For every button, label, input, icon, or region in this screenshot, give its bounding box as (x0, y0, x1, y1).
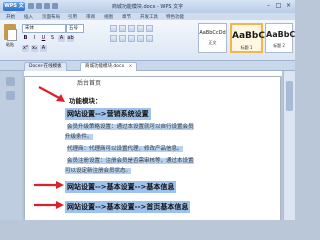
tab-docer-templates[interactable]: Docer-在线模板 (24, 62, 67, 71)
paragraph-member-upgrade-cont: 升级条件。 (65, 132, 93, 143)
bold-icon[interactable]: B (22, 35, 29, 42)
font-color-icon[interactable]: A (58, 35, 65, 42)
justify-icon[interactable] (137, 35, 144, 42)
underline-icon[interactable]: U (40, 35, 47, 42)
paragraph-registration-cont-text: 可以设定新注册会员状态。 (65, 168, 132, 174)
font-extra-tools: x² x₂ A (22, 45, 47, 52)
heading-marketing-settings: 网站设置-->营销系统设置 (65, 108, 151, 120)
line-spacing-icon[interactable] (146, 35, 153, 42)
paragraph-member-upgrade-text: 会员升级策略设置：通过本设置就可以自行设置会员 (67, 124, 194, 130)
paragraph-agents-text: 代理商：代理商可以设置代理，修改产品信息。 (67, 146, 183, 152)
style-heading-2[interactable]: AaBbC 标题 2 (265, 23, 295, 53)
heading-basic-info: 网站设置-->基本设置-->基本信息 (65, 181, 177, 193)
annotation-arrow-3 (34, 201, 64, 209)
wps-writer-window: WPS 文字 商城功能模块.docx - WPS 文字 – □ × 开始 插入 … (0, 0, 295, 220)
font-format-tools: B I U S A ab (22, 35, 74, 42)
close-icon[interactable]: × (284, 1, 293, 10)
window-controls: – □ × (264, 1, 293, 10)
style-normal[interactable]: AaBbCcDd 正文 (198, 23, 227, 53)
style-normal-sample: AaBbCcDd (199, 30, 226, 36)
tab-current-document[interactable]: 商城功能模块.docx × (80, 62, 138, 71)
tab-docer-label: Docer-在线模板 (29, 64, 62, 69)
bullet-list-icon[interactable] (110, 25, 117, 32)
maximize-icon[interactable]: □ (274, 1, 283, 10)
subscript-icon[interactable]: x₂ (31, 45, 38, 52)
style-heading-2-name: 标题 2 (273, 43, 285, 48)
strikethrough-icon[interactable]: S (49, 35, 56, 42)
left-sidebar (0, 71, 22, 220)
align-center-icon[interactable] (119, 35, 126, 42)
decrease-indent-icon[interactable] (128, 25, 135, 32)
scrollbar-thumb[interactable] (286, 81, 293, 111)
align-right-icon[interactable] (128, 35, 135, 42)
paragraph-registration-text: 会员注册设置：注册会员是否需审核等，通过本设置 (67, 158, 194, 164)
close-tab-icon[interactable]: × (129, 64, 133, 69)
page-header-text: 后台首页 (77, 80, 102, 87)
window-title: 商城功能模块.docx - WPS 文字 (111, 4, 184, 10)
navigation-icon[interactable] (6, 77, 15, 86)
style-heading-1-name: 标题 1 (240, 45, 253, 50)
superscript-icon[interactable]: x² (22, 45, 29, 52)
italic-icon[interactable]: I (31, 35, 38, 42)
paragraph-agents: 代理商：代理商可以设置代理，修改产品信息。 (67, 144, 183, 155)
title-bar: WPS 文字 商城功能模块.docx - WPS 文字 – □ × (0, 0, 295, 18)
minimize-icon[interactable]: – (264, 1, 273, 10)
align-left-icon[interactable] (110, 35, 117, 42)
vertical-scrollbar[interactable] (283, 71, 295, 220)
paragraph-tools-row1 (110, 25, 153, 32)
highlight-icon[interactable]: ab (67, 35, 74, 42)
menu-tabs: 开始 插入 页面布局 引用 审阅 视图 章节 开发工具 特色功能 (0, 13, 295, 20)
increase-indent-icon[interactable] (137, 25, 144, 32)
paper-icon (7, 29, 17, 41)
document-page[interactable]: 后台首页 功能模块： 网站设置-->营销系统设置 会员升级策略设置：通过本设置就… (25, 77, 280, 220)
style-heading-1[interactable]: AaBbCc 标题 1 (230, 23, 271, 53)
style-heading-1-sample: AaBbCc (232, 31, 271, 41)
style-normal-name: 正文 (208, 40, 217, 45)
heading-home-basic-info: 网站设置-->基本设置-->首页基本信息 (65, 201, 191, 213)
ribbon-toolbar: 粘贴 宋体 五号 B I U S A ab x² x₂ A AaBbCcDd 正… (0, 20, 295, 61)
paragraph-registration-cont: 可以设定新注册会员状态。 (65, 166, 132, 177)
thumbnail-icon[interactable] (6, 91, 15, 100)
annotation-arrow-1 (38, 86, 65, 102)
sort-icon[interactable] (146, 25, 153, 32)
paste-button[interactable]: 粘贴 (3, 23, 17, 53)
annotation-arrow-2 (34, 181, 64, 189)
paragraph-member-upgrade-cont-text: 升级条件。 (65, 134, 93, 140)
tab-current-label: 商城功能模块.docx (85, 64, 125, 69)
font-name-select[interactable]: 宋体 (22, 24, 66, 33)
paste-label: 粘贴 (6, 42, 14, 47)
numbered-list-icon[interactable] (119, 25, 126, 32)
font-size-select[interactable]: 五号 (66, 24, 84, 33)
style-heading-2-sample: AaBbC (266, 30, 295, 39)
paragraph-tools-row2 (110, 35, 153, 42)
clear-format-icon[interactable]: A (40, 45, 47, 52)
section-title: 功能模块： (69, 97, 102, 105)
document-tabs: Docer-在线模板 商城功能模块.docx × (0, 61, 295, 71)
